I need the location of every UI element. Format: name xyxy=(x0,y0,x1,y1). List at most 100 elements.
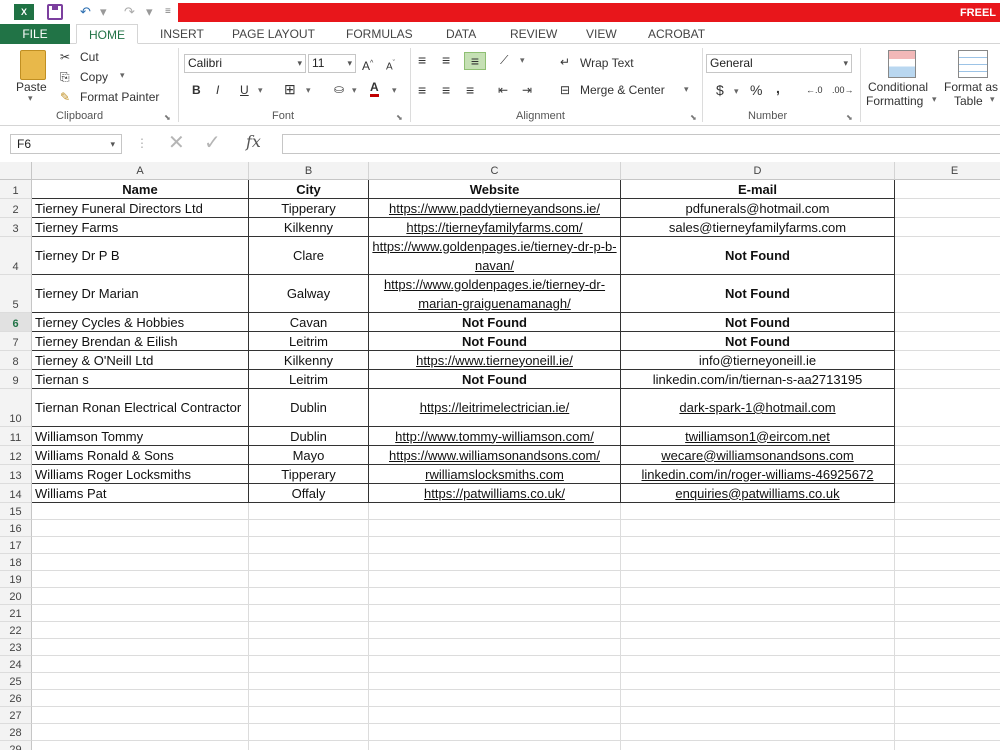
conditional-formatting-label-1[interactable]: Conditional xyxy=(868,80,928,94)
paste-icon[interactable] xyxy=(20,50,46,80)
row-header-28[interactable]: 28 xyxy=(0,724,32,741)
website-cell[interactable]: https://www.tierneyoneill.ie/ xyxy=(369,351,621,370)
format-table-dropdown-icon[interactable]: ▾ xyxy=(990,94,995,105)
decrease-indent-icon[interactable]: ⇤ xyxy=(498,82,508,98)
empty-cell[interactable] xyxy=(895,389,1000,427)
empty-cell[interactable] xyxy=(895,180,1000,199)
undo-dropdown-icon[interactable]: ▾ xyxy=(100,3,107,21)
font-launcher-icon[interactable]: ⬊ xyxy=(396,113,403,122)
orientation-dropdown-icon[interactable]: ▾ xyxy=(520,52,525,68)
empty-cell[interactable] xyxy=(621,605,895,622)
empty-cell[interactable] xyxy=(32,656,249,673)
email-cell[interactable]: linkedin.com/in/tiernan-s-aa2713195 xyxy=(621,370,895,389)
name-cell[interactable]: Tierney Dr Marian xyxy=(32,275,249,313)
empty-cell[interactable] xyxy=(32,673,249,690)
empty-cell[interactable] xyxy=(369,741,621,750)
tab-home[interactable]: HOME xyxy=(76,24,138,44)
empty-cell[interactable] xyxy=(249,588,369,605)
empty-cell[interactable] xyxy=(895,707,1000,724)
font-size-select[interactable]: 11 ▾ xyxy=(308,54,356,73)
align-left-icon[interactable]: ≡ xyxy=(418,82,426,98)
empty-cell[interactable] xyxy=(895,639,1000,656)
conditional-formatting-icon[interactable] xyxy=(888,50,916,78)
empty-cell[interactable] xyxy=(369,707,621,724)
currency-dropdown-icon[interactable]: ▾ xyxy=(734,83,739,99)
alignment-launcher-icon[interactable]: ⬊ xyxy=(690,113,697,122)
empty-cell[interactable] xyxy=(369,554,621,571)
row-header-26[interactable]: 26 xyxy=(0,690,32,707)
empty-cell[interactable] xyxy=(249,520,369,537)
email-cell[interactable]: Not Found xyxy=(621,332,895,351)
orientation-icon[interactable]: ⟋ xyxy=(500,52,508,68)
format-as-table-label-1[interactable]: Format as xyxy=(944,80,998,94)
email-cell[interactable]: dark-spark-1@hotmail.com xyxy=(621,389,895,427)
number-launcher-icon[interactable]: ⬊ xyxy=(846,113,853,122)
empty-cell[interactable] xyxy=(369,673,621,690)
city-cell[interactable]: Galway xyxy=(249,275,369,313)
website-cell[interactable]: http://www.tommy-williamson.com/ xyxy=(369,427,621,446)
name-cell[interactable]: Williams Roger Locksmiths xyxy=(32,465,249,484)
tab-view[interactable]: VIEW xyxy=(584,24,619,44)
empty-cell[interactable] xyxy=(32,741,249,750)
name-cell[interactable]: Tierney & O'Neill Ltd xyxy=(32,351,249,370)
empty-cell[interactable] xyxy=(32,503,249,520)
empty-cell[interactable] xyxy=(621,724,895,741)
empty-cell[interactable] xyxy=(249,656,369,673)
name-cell[interactable]: Tierney Funeral Directors Ltd xyxy=(32,199,249,218)
empty-cell[interactable] xyxy=(895,446,1000,465)
row-header-3[interactable]: 3 xyxy=(0,218,32,237)
empty-cell[interactable] xyxy=(621,503,895,520)
increase-indent-icon[interactable]: ⇥ xyxy=(522,82,532,98)
website-cell[interactable]: https://patwilliams.co.uk/ xyxy=(369,484,621,503)
empty-cell[interactable] xyxy=(249,741,369,750)
font-color-dropdown-icon[interactable]: ▾ xyxy=(392,82,397,98)
row-header-2[interactable]: 2 xyxy=(0,199,32,218)
empty-cell[interactable] xyxy=(249,707,369,724)
font-color-icon[interactable]: A xyxy=(370,80,379,97)
email-cell[interactable]: pdfunerals@hotmail.com xyxy=(621,199,895,218)
fill-color-icon[interactable]: ⛀ xyxy=(334,81,344,97)
italic-button[interactable]: I xyxy=(216,82,219,98)
empty-cell[interactable] xyxy=(895,690,1000,707)
city-cell[interactable]: Leitrim xyxy=(249,370,369,389)
tab-formulas[interactable]: FORMULAS xyxy=(344,24,415,44)
paste-dropdown-icon[interactable]: ▾ xyxy=(28,93,33,104)
email-cell[interactable]: Not Found xyxy=(621,275,895,313)
row-header-20[interactable]: 20 xyxy=(0,588,32,605)
row-header-6[interactable]: 6 xyxy=(0,313,32,332)
percent-button[interactable]: % xyxy=(750,82,762,98)
email-cell[interactable]: enquiries@patwilliams.co.uk xyxy=(621,484,895,503)
row-header-25[interactable]: 25 xyxy=(0,673,32,690)
align-middle-icon[interactable]: ≡ xyxy=(442,52,450,68)
empty-cell[interactable] xyxy=(32,724,249,741)
email-cell[interactable]: twilliamson1@eircom.net xyxy=(621,427,895,446)
website-cell[interactable]: https://tierneyfamilyfarms.com/ xyxy=(369,218,621,237)
name-cell[interactable]: Tierney Brendan & Eilish xyxy=(32,332,249,351)
conditional-formatting-label-2[interactable]: Formatting xyxy=(866,94,923,108)
empty-cell[interactable] xyxy=(895,673,1000,690)
empty-cell[interactable] xyxy=(621,520,895,537)
empty-cell[interactable] xyxy=(249,690,369,707)
empty-cell[interactable] xyxy=(249,503,369,520)
name-cell[interactable]: Williams Pat xyxy=(32,484,249,503)
row-header-23[interactable]: 23 xyxy=(0,639,32,656)
empty-cell[interactable] xyxy=(249,537,369,554)
name-cell[interactable]: Tierney Cycles & Hobbies xyxy=(32,313,249,332)
name-cell[interactable]: Tierney Farms xyxy=(32,218,249,237)
empty-cell[interactable] xyxy=(895,741,1000,750)
borders-dropdown-icon[interactable]: ▾ xyxy=(306,82,311,98)
email-cell[interactable]: wecare@williamsonandsons.com xyxy=(621,446,895,465)
empty-cell[interactable] xyxy=(249,622,369,639)
confirm-icon[interactable]: ✓ xyxy=(204,130,221,155)
row-header-21[interactable]: 21 xyxy=(0,605,32,622)
tab-insert[interactable]: INSERT xyxy=(158,24,206,44)
row-header-29[interactable]: 29 xyxy=(0,741,32,750)
empty-cell[interactable] xyxy=(895,571,1000,588)
empty-cell[interactable] xyxy=(895,724,1000,741)
empty-cell[interactable] xyxy=(895,588,1000,605)
city-cell[interactable]: Dublin xyxy=(249,389,369,427)
city-cell[interactable]: Cavan xyxy=(249,313,369,332)
column-header-c[interactable]: C xyxy=(369,162,621,180)
row-header-8[interactable]: 8 xyxy=(0,351,32,370)
empty-cell[interactable] xyxy=(895,656,1000,673)
